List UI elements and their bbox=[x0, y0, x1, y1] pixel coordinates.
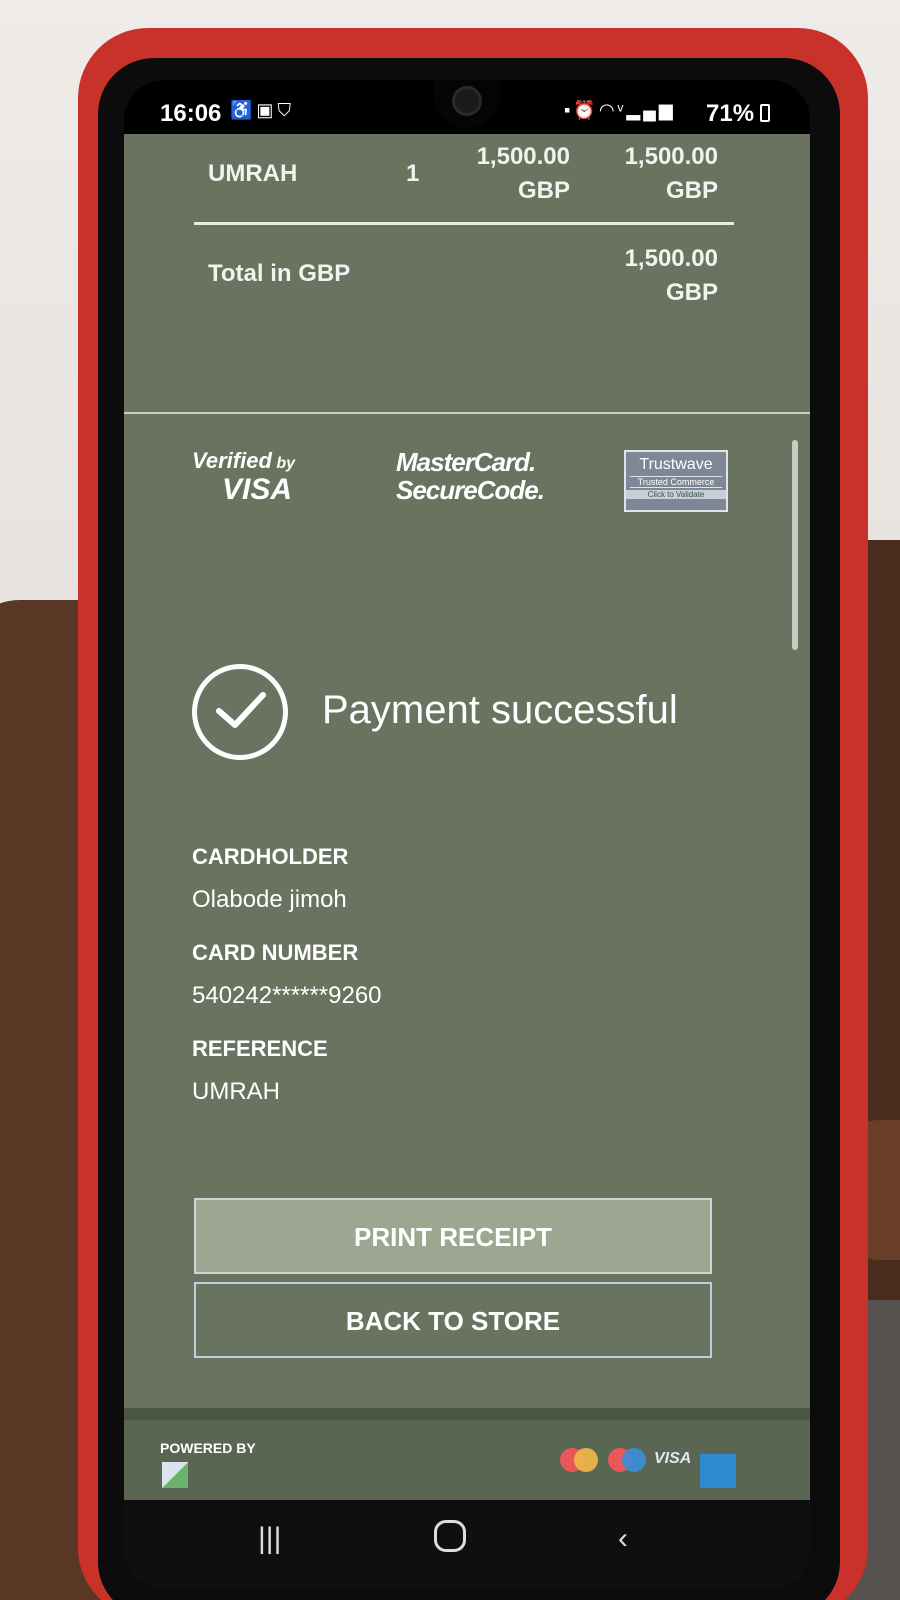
accessibility-icon: ♿ bbox=[230, 100, 257, 120]
reference-label: REFERENCE bbox=[192, 1036, 328, 1061]
system-icons: ▪⏰◠ᵛ▂▄▆ bbox=[564, 100, 676, 121]
card-number-value: 540242******9260 bbox=[192, 982, 382, 1009]
battery-icon bbox=[760, 104, 770, 122]
battery-saver-icon: ▪ bbox=[564, 100, 574, 120]
phone-screen: 16:06 ♿▣⛉ ▪⏰◠ᵛ▂▄▆ 71% UMRAH 1 1,500.00 G… bbox=[124, 80, 810, 1590]
wifi-icon: ◠ bbox=[598, 100, 618, 120]
home-icon[interactable] bbox=[434, 1520, 466, 1552]
mastercard-icon bbox=[560, 1448, 600, 1472]
back-to-store-button[interactable]: BACK TO STORE bbox=[194, 1282, 712, 1358]
status-time: 16:06 bbox=[160, 100, 222, 127]
battery-percent: 71% bbox=[706, 100, 755, 127]
invoice-total-value: 1,500.00 GBP bbox=[624, 245, 718, 306]
status-bar: 16:06 ♿▣⛉ ▪⏰◠ᵛ▂▄▆ 71% bbox=[124, 80, 810, 134]
checkmark-circle-icon bbox=[192, 664, 288, 760]
payment-status-message: Payment successful bbox=[322, 688, 678, 732]
scrollbar[interactable] bbox=[792, 440, 798, 650]
invoice-unit-price: 1,500.00 GBP bbox=[476, 143, 570, 204]
android-nav-bar: ||| ‹ bbox=[124, 1500, 810, 1590]
section-divider bbox=[124, 412, 810, 414]
front-camera bbox=[452, 86, 482, 116]
verified-by-visa-logo: Verified by VISA bbox=[192, 448, 296, 506]
volte-icon: ᵛ bbox=[617, 100, 627, 120]
card-number-label: CARD NUMBER bbox=[192, 940, 359, 965]
invoice-amount: 1,500.00 GBP bbox=[624, 143, 718, 204]
invoice-divider bbox=[194, 222, 734, 225]
outlook-icon: ▣ bbox=[256, 100, 278, 120]
notification-icons: ♿▣⛉ bbox=[230, 100, 295, 121]
trustwave-seal[interactable]: Trustwave Trusted Commerce Click to Vali… bbox=[624, 450, 728, 512]
amex-icon bbox=[700, 1454, 736, 1488]
powered-by-label: POWERED BY bbox=[160, 1440, 256, 1456]
reference-value: UMRAH bbox=[192, 1078, 280, 1105]
cardholder-label: CARDHOLDER bbox=[192, 844, 349, 869]
provider-logo-icon bbox=[162, 1462, 188, 1488]
visa-icon: VISA bbox=[654, 1450, 692, 1467]
signal-icon: ▂▄▆ bbox=[626, 100, 676, 120]
invoice-total-label: Total in GBP bbox=[208, 260, 351, 287]
back-icon[interactable]: ‹ bbox=[618, 1522, 628, 1556]
payment-page[interactable]: UMRAH 1 1,500.00 GBP 1,500.00 GBP Total … bbox=[124, 134, 810, 1474]
invoice-item: UMRAH bbox=[208, 160, 298, 187]
cardholder-value: Olabode jimoh bbox=[192, 886, 347, 913]
mastercard-securecode-logo: MasterCard. SecureCode. bbox=[396, 447, 545, 505]
invoice-quantity: 1 bbox=[406, 160, 420, 187]
print-receipt-button[interactable]: PRINT RECEIPT bbox=[194, 1198, 712, 1274]
shield-icon: ⛉ bbox=[277, 100, 295, 120]
payment-footer: POWERED BY VISA bbox=[124, 1420, 810, 1500]
alarm-icon: ⏰ bbox=[573, 100, 599, 120]
recent-apps-icon[interactable]: ||| bbox=[258, 1522, 281, 1556]
maestro-icon bbox=[608, 1448, 648, 1472]
